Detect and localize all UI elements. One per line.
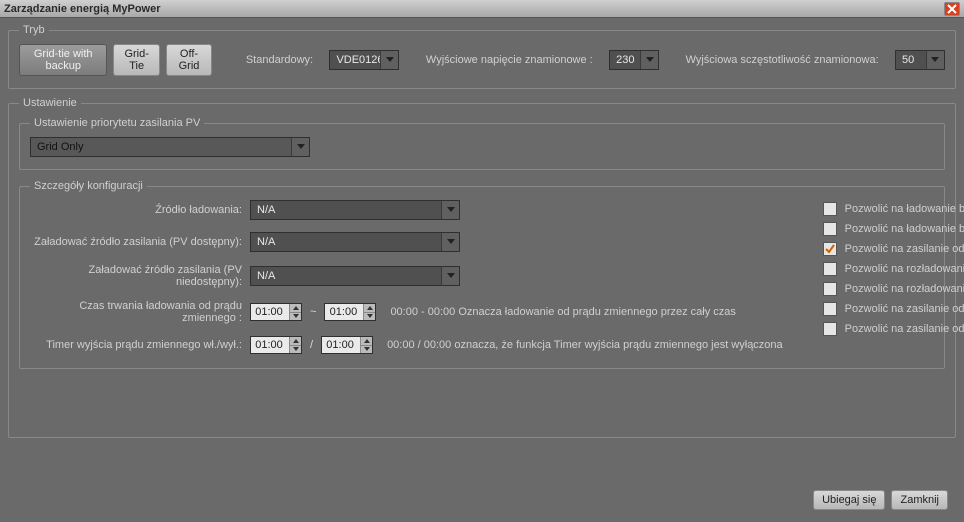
checkbox[interactable] [823,282,837,296]
separator-slash: / [310,339,313,351]
checkbox-row[interactable]: Pozwolić na zasilanie od sieci przy dost… [823,302,964,316]
spinner-icon[interactable] [289,337,301,353]
titlebar: Zarządzanie energią MyPower [0,0,964,18]
checkbox-row[interactable]: Pozwolić na rozładowanie baterii przy do… [823,262,964,276]
mode-grid-tie-backup-button[interactable]: Grid-tie with backup [19,44,107,76]
chevron-down-icon [291,138,309,156]
config-legend: Szczegóły konfiguracji [30,180,147,192]
checkbox-label: Pozwolić na ładowanie baterii prądem zmi… [845,223,964,235]
ac-output-timer-label: Timer wyjścia prądu zmiennego wł./wył.: [30,339,250,351]
priority-value: Grid Only [37,141,83,153]
standard-value: VDE0126 [336,54,383,66]
standard-select[interactable]: VDE0126 [329,50,399,70]
priority-legend: Ustawienie priorytetu zasilania PV [30,117,204,129]
spinner-icon[interactable] [289,304,301,320]
chevron-down-icon [380,51,398,69]
load-pv-unavail-select[interactable]: N/A [250,266,460,286]
ac-charge-time-start[interactable] [250,303,302,321]
chevron-down-icon [441,201,459,219]
checkbox-label: Pozwolić na ładowanie baterii [845,203,964,215]
close-button[interactable]: Zamknij [891,490,948,510]
load-pv-unavail-label: Załadować źródło zasilania (PV niedostęp… [30,264,250,288]
spinner-icon[interactable] [360,337,372,353]
charging-source-label: Źródło ładowania: [30,204,250,216]
time-input[interactable] [322,339,358,351]
chevron-down-icon [926,51,944,69]
checkbox[interactable] [823,202,837,216]
freq-select[interactable]: 50 [895,50,945,70]
checkbox-label: Pozwolić na zasilanie od sieci przy dost… [845,303,964,315]
checkbox-row[interactable]: Pozwolić na ładowanie baterii [823,202,964,216]
mode-group: Tryb Grid-tie with backup Grid-Tie Off-G… [8,24,956,89]
checkbox-label: Pozwolić na rozładowanie baterii przy do… [845,263,964,275]
standard-label: Standardowy: [246,54,313,66]
voltage-value: 230 [616,54,634,66]
checkbox[interactable] [823,242,837,256]
chevron-down-icon [441,233,459,251]
mode-legend: Tryb [19,24,49,36]
charging-source-value: N/A [257,204,275,216]
checkbox-label: Pozwolić na zasilanie od sieci [845,243,964,255]
load-pv-avail-select[interactable]: N/A [250,232,460,252]
settings-group: Ustawienie Ustawienie priorytetu zasilan… [8,97,956,438]
ac-charge-duration-label: Czas trwania ładowania od prądu zmienneg… [30,300,250,324]
checkbox[interactable] [823,222,837,236]
priority-select[interactable]: Grid Only [30,137,310,157]
ac-output-time-off[interactable] [321,336,373,354]
mode-off-grid-button[interactable]: Off-Grid [166,44,212,76]
load-pv-avail-label: Załadować źródło zasilania (PV dostępny)… [30,236,250,248]
checkbox[interactable] [823,322,837,336]
mode-grid-tie-button[interactable]: Grid-Tie [113,44,159,76]
chevron-down-icon [640,51,658,69]
ac-output-hint: 00:00 / 00:00 oznacza, że funkcja Timer … [387,339,783,351]
voltage-select[interactable]: 230 [609,50,659,70]
apply-button[interactable]: Ubiegaj się [813,490,885,510]
time-input[interactable] [251,306,287,318]
time-input[interactable] [325,306,361,318]
ac-output-time-on[interactable] [250,336,302,354]
checkbox-label: Pozwolić na rozładowanie baterii przy ni… [845,283,964,295]
close-icon[interactable] [944,2,960,16]
voltage-label: Wyjściowe napięcie znamionowe : [426,54,593,66]
freq-value: 50 [902,54,914,66]
ac-charge-time-end[interactable] [324,303,376,321]
time-input[interactable] [251,339,287,351]
window-title: Zarządzanie energią MyPower [4,3,161,15]
freq-label: Wyjściowa sczęstotliwość znamionowa: [686,54,879,66]
separator-tilde: ~ [310,306,316,318]
checkbox-row[interactable]: Pozwolić na ładowanie baterii prądem zmi… [823,222,964,236]
checkbox-row[interactable]: Pozwolić na zasilanie od sieci [823,242,964,256]
checkbox-label: Pozwolić na zasilanie od sieci przy nied… [845,323,964,335]
checkbox[interactable] [823,302,837,316]
ac-charge-hint: 00:00 - 00:00 Oznacza ładowanie od prądu… [390,306,736,318]
checkbox-row[interactable]: Pozwolić na zasilanie od sieci przy nied… [823,322,964,336]
load-pv-avail-value: N/A [257,236,275,248]
checkbox-row[interactable]: Pozwolić na rozładowanie baterii przy ni… [823,282,964,296]
config-group: Szczegóły konfiguracji Źródło ładowania:… [19,180,945,369]
settings-legend: Ustawienie [19,97,81,109]
load-pv-unavail-value: N/A [257,270,275,282]
chevron-down-icon [441,267,459,285]
priority-group: Ustawienie priorytetu zasilania PV Grid … [19,117,945,170]
checkbox[interactable] [823,262,837,276]
charging-source-select[interactable]: N/A [250,200,460,220]
spinner-icon[interactable] [363,304,375,320]
